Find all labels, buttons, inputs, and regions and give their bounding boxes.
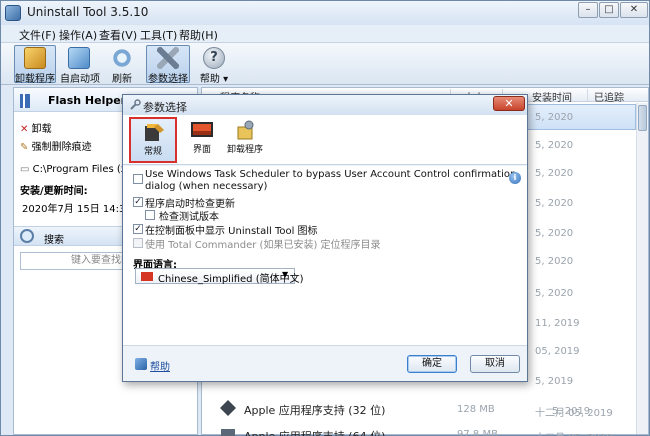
- broom-icon: ✎: [20, 142, 29, 153]
- total-commander-label: 使用 Total Commander (如果已安装) 定位程序目录: [145, 240, 381, 251]
- refresh-icon: [111, 47, 133, 69]
- row-date: 5, 2020: [535, 140, 574, 151]
- row-name[interactable]: Apple 应用程序支持 (32 位): [244, 402, 385, 418]
- refresh-button[interactable]: 刷新: [105, 45, 139, 85]
- tools-icon: [157, 47, 179, 69]
- help-tool-button[interactable]: ? 帮助 ▾: [197, 45, 231, 85]
- row-date: 5, 2020: [535, 198, 574, 209]
- dialog-title: 参数选择: [143, 101, 187, 114]
- autorun-tool-button[interactable]: 自启动项: [59, 45, 100, 85]
- menu-file[interactable]: 文件(F): [19, 27, 56, 43]
- settings-tool-button[interactable]: 参数选择: [146, 45, 190, 85]
- ok-button[interactable]: 确定: [407, 355, 457, 373]
- uac-option-label: Use Windows Task Scheduler to bypass Use…: [145, 169, 517, 180]
- uac-option-label-2: dialog (when necessary): [145, 181, 268, 192]
- chevron-down-icon: ▼: [282, 270, 289, 279]
- column-install-time[interactable]: 安装时间: [532, 89, 572, 104]
- cancel-button[interactable]: 取消: [470, 355, 520, 373]
- toolbar: 卸载程序 自启动项 刷新 参数选择 ? 帮助 ▾: [1, 43, 649, 85]
- row-date: 5, 2020: [535, 112, 574, 123]
- uninstall-icon: ✕: [20, 124, 29, 135]
- force-remove-action[interactable]: ✎ 强制删除痕迹: [20, 138, 92, 153]
- close-window-button[interactable]: ✕: [620, 2, 648, 18]
- menu-help[interactable]: 帮助(H): [179, 27, 218, 43]
- check-beta-checkbox[interactable]: [145, 210, 155, 220]
- app-icon: [5, 5, 21, 21]
- window-title: Uninstall Tool 3.5.10: [27, 5, 149, 19]
- row-date: 5, 2020: [535, 168, 574, 179]
- row-name[interactable]: Apple 应用程序支持 (64 位): [244, 428, 385, 436]
- row-date: 5, 2020: [535, 288, 574, 299]
- dialog-footer: 帮助 确定 取消: [123, 345, 527, 381]
- help-link[interactable]: 帮助: [150, 358, 170, 373]
- check-beta-label: 检查测试版本: [159, 212, 219, 223]
- check-updates-checkbox[interactable]: ✓: [133, 197, 143, 207]
- dialog-tabs: 常规 界面 卸载程序: [123, 115, 527, 165]
- scrollbar-thumb[interactable]: [638, 105, 647, 131]
- menu-tools[interactable]: 工具(T): [140, 27, 177, 43]
- uninstaller-icon: [24, 47, 46, 69]
- wrench-icon: [130, 99, 141, 110]
- dialog-close-button[interactable]: ✕: [493, 96, 525, 111]
- row-size: 97.8 MB: [457, 429, 498, 436]
- menu-bar: 文件(F) 操作(A) 查看(V) 工具(T) 帮助(H): [1, 25, 649, 43]
- title-bar: Uninstall Tool 3.5.10 – □ ✕: [1, 1, 649, 25]
- uac-checkbox[interactable]: [133, 174, 143, 184]
- menu-action[interactable]: 操作(A): [59, 27, 97, 43]
- show-in-control-panel-label: 在控制面板中显示 Uninstall Tool 图标: [145, 226, 318, 237]
- row-date: 05, 2019: [535, 346, 580, 357]
- uninstaller-gear-icon: [237, 120, 254, 140]
- list-scrollbar[interactable]: [636, 103, 648, 434]
- row-date: 5, 2020: [535, 228, 574, 239]
- uninstall-action[interactable]: ✕ 卸载: [20, 120, 52, 135]
- maximize-button[interactable]: □: [599, 2, 619, 18]
- column-traced[interactable]: 已追踪: [594, 89, 624, 104]
- total-commander-checkbox[interactable]: [133, 238, 143, 248]
- apple-support-icon: [218, 398, 238, 418]
- tab-general[interactable]: 常规: [129, 117, 177, 163]
- tab-interface[interactable]: 界面: [181, 117, 223, 163]
- row-date: 5, 2020: [535, 256, 574, 267]
- menu-view[interactable]: 查看(V): [99, 27, 137, 43]
- help-book-icon: [135, 358, 147, 370]
- help-icon: ?: [203, 47, 225, 69]
- search-label: 搜索: [44, 235, 64, 246]
- uninstaller-tool-button[interactable]: 卸载程序: [14, 45, 56, 85]
- row-date: 5, 2019: [535, 376, 574, 387]
- tab-uninstaller[interactable]: 卸载程序: [225, 117, 265, 163]
- row-size: 128 MB: [457, 404, 495, 415]
- screen-icon: [191, 122, 213, 137]
- preferences-dialog: 参数选择 ✕ 常规 界面 卸载程序 Use Windows Task Sched…: [122, 94, 528, 382]
- folder-icon: ▭: [20, 164, 30, 175]
- install-date-label: 安装/更新时间:: [20, 186, 88, 197]
- china-flag-icon: [141, 272, 153, 281]
- row-date: 十二月 05, 2019: [535, 408, 613, 419]
- dialog-title-bar: 参数选择 ✕: [123, 95, 527, 115]
- autorun-icon: [68, 47, 90, 69]
- search-icon: [20, 229, 34, 243]
- apple-support-64-icon: [218, 426, 238, 436]
- toolbox-icon: [145, 124, 164, 141]
- row-date: 十二月 05, 2019: [535, 429, 613, 436]
- language-select[interactable]: Chinese_Simplified (简体中文) ▼: [135, 268, 304, 285]
- show-in-control-panel-checkbox[interactable]: ✓: [133, 224, 143, 234]
- minimize-button[interactable]: –: [578, 2, 598, 18]
- row-date: 11, 2019: [535, 318, 580, 329]
- info-icon[interactable]: i: [509, 172, 521, 184]
- install-path[interactable]: ▭ C:\Program Files (x8: [20, 164, 133, 175]
- program-icon: [20, 94, 30, 108]
